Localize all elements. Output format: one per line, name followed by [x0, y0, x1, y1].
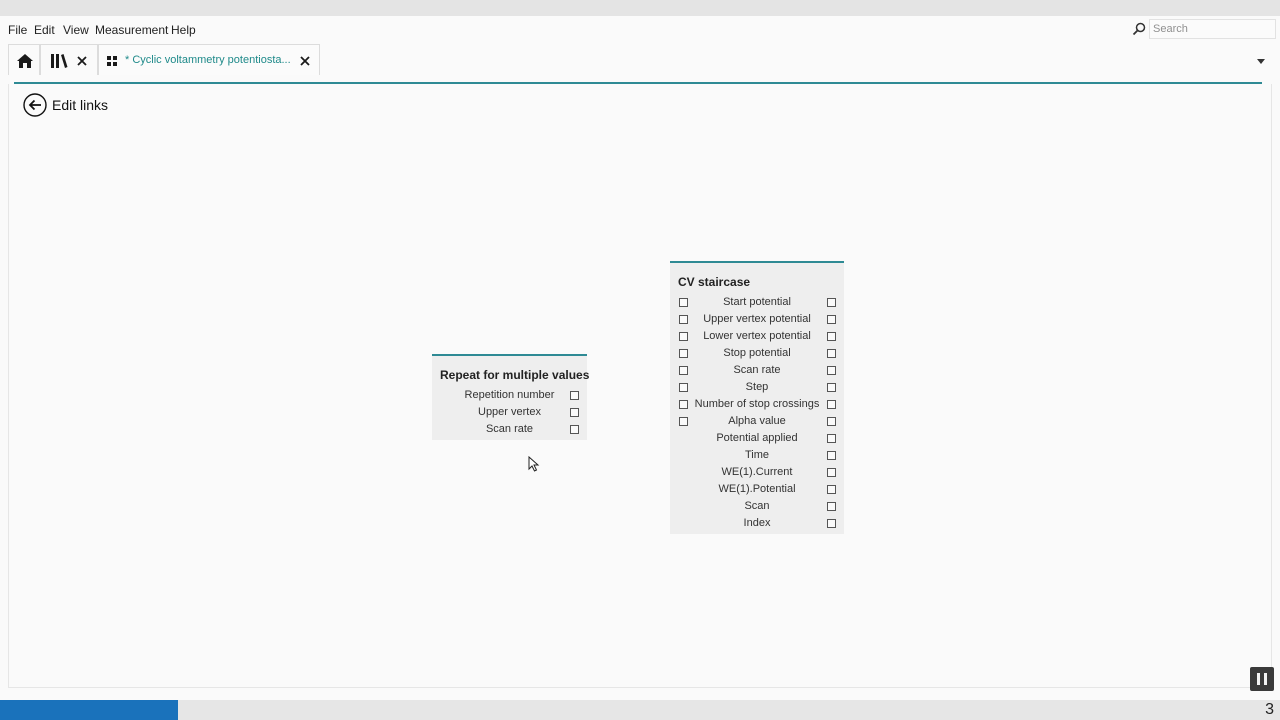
menu-file[interactable]: File [8, 23, 27, 37]
node-cv-row: WE(1).Current [721, 466, 793, 478]
node-repeat-title: Repeat for multiple values [440, 368, 590, 382]
library-icon [51, 54, 68, 68]
input-checkbox[interactable] [679, 417, 688, 426]
grid-icon [107, 56, 117, 66]
node-repeat[interactable]: Repeat for multiple values Repetition nu… [432, 354, 590, 440]
output-checkbox[interactable] [827, 417, 836, 426]
output-checkbox[interactable] [570, 425, 579, 434]
search-box [1130, 19, 1276, 39]
node-cv-row: Time [744, 449, 770, 461]
menu-edit[interactable]: Edit [34, 23, 55, 37]
output-checkbox[interactable] [827, 349, 836, 358]
node-cv-staircase[interactable]: CV staircase Start potential Upper vertex… [670, 261, 844, 534]
node-cv-row: Number of stop crossings [694, 398, 820, 410]
node-cv-row: Potential applied [716, 432, 798, 444]
input-checkbox[interactable] [679, 366, 688, 375]
input-checkbox[interactable] [679, 298, 688, 307]
tab-method-title: * Cyclic voltammetry potentiosta... [125, 54, 291, 66]
output-checkbox[interactable] [827, 502, 836, 511]
status-bar: 3 [0, 700, 1280, 720]
output-checkbox[interactable] [570, 408, 579, 417]
progress-bar [0, 700, 178, 720]
input-checkbox[interactable] [679, 400, 688, 409]
back-arrow-icon[interactable] [23, 93, 47, 117]
input-checkbox[interactable] [679, 383, 688, 392]
tab-bar: * Cyclic voltammetry potentiosta... [8, 44, 1272, 75]
output-checkbox[interactable] [827, 519, 836, 528]
menu-measurement[interactable]: Measurement [95, 23, 168, 37]
node-cv-row: WE(1).Potential [718, 483, 796, 495]
tab-library[interactable] [40, 44, 98, 75]
library-close-icon[interactable] [77, 56, 87, 66]
node-cv-row: Stop potential [723, 347, 791, 359]
search-icon[interactable] [1132, 22, 1146, 36]
page-title: Edit links [52, 97, 109, 113]
node-repeat-row: Repetition number [464, 389, 555, 401]
node-cv-row: Lower vertex potential [703, 330, 811, 342]
page-number: 3 [1265, 701, 1274, 718]
node-cv-row: Alpha value [728, 415, 786, 427]
tab-home[interactable] [8, 44, 40, 75]
menu-bar: File Edit View Measurement Help [0, 16, 1280, 44]
node-cv-row: Scan rate [733, 364, 781, 376]
tab-method[interactable]: * Cyclic voltammetry potentiosta... [98, 44, 320, 75]
window-titlebar [0, 0, 1280, 16]
output-checkbox[interactable] [827, 315, 836, 324]
node-repeat-row: Upper vertex [478, 406, 541, 418]
input-checkbox[interactable] [679, 315, 688, 324]
node-cv-row: Upper vertex potential [703, 313, 811, 325]
output-checkbox[interactable] [570, 391, 579, 400]
output-checkbox[interactable] [827, 332, 836, 341]
search-input[interactable] [1149, 19, 1276, 39]
output-checkbox[interactable] [827, 298, 836, 307]
menu-help[interactable]: Help [171, 23, 196, 37]
node-cv-row: Step [745, 381, 769, 393]
output-checkbox[interactable] [827, 468, 836, 477]
mouse-cursor-icon [528, 456, 540, 472]
input-checkbox[interactable] [679, 349, 688, 358]
node-cv-row: Scan [744, 500, 770, 512]
output-checkbox[interactable] [827, 366, 836, 375]
pause-button[interactable] [1250, 667, 1274, 691]
node-cv-row: Index [743, 517, 771, 529]
output-checkbox[interactable] [827, 485, 836, 494]
output-checkbox[interactable] [827, 400, 836, 409]
method-close-icon[interactable] [300, 56, 310, 66]
node-repeat-row: Scan rate [485, 423, 534, 435]
home-icon [17, 54, 33, 68]
output-checkbox[interactable] [827, 451, 836, 460]
editor-canvas [8, 84, 1272, 688]
output-checkbox[interactable] [827, 434, 836, 443]
node-cv-title: CV staircase [678, 275, 751, 289]
input-checkbox[interactable] [679, 332, 688, 341]
tab-list-dropdown-icon[interactable] [1257, 59, 1265, 64]
menu-view[interactable]: View [63, 23, 89, 37]
node-cv-row: Start potential [723, 296, 791, 308]
output-checkbox[interactable] [827, 383, 836, 392]
